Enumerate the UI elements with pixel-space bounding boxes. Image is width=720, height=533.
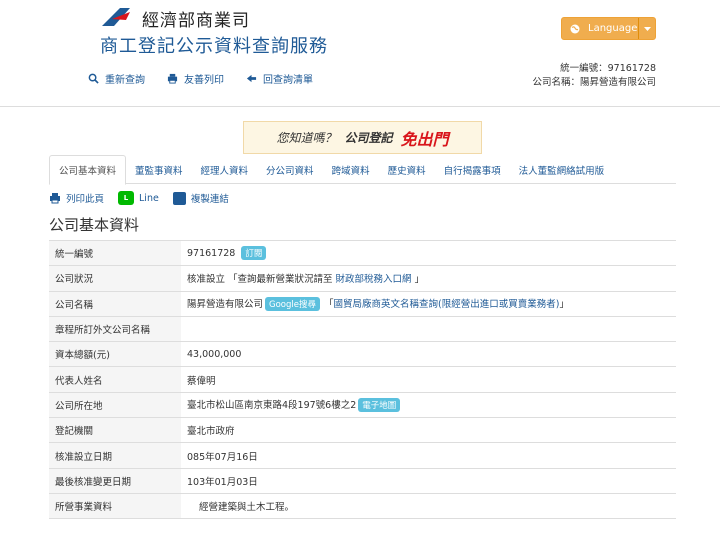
globe-icon [570,24,580,33]
friendly-print-button[interactable]: 友善列印 [167,71,224,86]
tab-branches[interactable]: 分公司資料 [257,155,323,184]
row-label: 所營事業資料 [49,492,181,520]
search-icon [88,73,99,84]
company-name-value: 陽昇營造有限公司 [187,299,264,311]
company-summary: 統一編號：97161728 公司名稱：陽昇營造有限公司 [532,62,656,90]
business-value: 經營建築與土木工程。 [181,492,676,520]
row-label: 公司名稱 [49,290,181,317]
tab-managers[interactable]: 經理人資料 [192,155,258,184]
banner-free: 免出門 [400,129,449,149]
status-value: 核准設立 「查詢最新營業狀況請至 [187,274,336,286]
tab-self-disclosure[interactable]: 自行揭露事項 [435,155,510,184]
header-toolbar: 重新查詢 友善列印 回查詢清單 [88,71,313,86]
last-change-date-value: 103年01月03日 [181,467,676,494]
row-label: 章程所訂外文公司名稱 [49,315,181,342]
row-label: 資本總額(元) [49,341,181,367]
caret-down-icon [643,26,651,31]
back-to-list-button[interactable]: 回查詢清單 [246,71,313,86]
summary-tax-id: 統一編號：97161728 [560,63,656,74]
table-row: 公司名稱 陽昇營造有限公司 Google搜尋 「國貿局廠商英文名稱查詢(限經營出進口… [49,290,676,317]
company-info-table: 統一編號 97161728 訂閱 公司狀況 核准設立 「查詢最新營業狀況請至 財政… [49,239,676,520]
arrow-left-icon [246,74,257,83]
action-row: 列印此頁 L Line 複製連結 [49,191,229,205]
row-label: 公司所在地 [49,391,181,418]
banner-question: 您知道嗎？ [276,131,337,145]
authority-value: 臺北市政府 [181,417,676,443]
back-to-list-label: 回查詢清單 [263,75,313,86]
table-row: 公司狀況 核准設立 「查詢最新營業狀況請至 財政部稅務入口網 」 [49,265,676,292]
address-value: 臺北市松山區南京東路4段197號6樓之2 [187,400,357,412]
ministry-logo-icon[interactable] [100,6,134,28]
approval-date-value: 085年07月16日 [181,442,676,469]
print-icon [50,193,60,204]
table-row: 公司所在地 臺北市松山區南京東路4段197號6樓之2 電子地圖 [49,391,676,418]
tab-cross-domain[interactable]: 跨域資料 [323,155,379,184]
capital-value: 43,000,000 [181,341,676,367]
row-label: 公司狀況 [49,265,181,292]
tax-id-value: 97161728 [187,248,236,260]
bracket-close: 」 [559,299,569,311]
foreign-name-value [181,315,676,342]
line-share-button[interactable]: L Line [118,191,159,205]
table-row: 統一編號 97161728 訂閱 [49,239,676,266]
row-label: 最後核准變更日期 [49,467,181,494]
tab-history[interactable]: 歷史資料 [379,155,435,184]
table-row: 最後核准變更日期 103年01月03日 [49,467,676,494]
banner-registration: 公司登記 [344,131,393,145]
tab-bar: 公司基本資料 董監事資料 經理人資料 分公司資料 跨域資料 歷史資料 自行揭露事… [49,155,676,185]
link-icon [172,191,186,205]
language-caret[interactable] [638,18,655,39]
bracket-open: 「 [324,299,334,311]
e-map-button[interactable]: 電子地圖 [358,398,401,413]
site-title[interactable]: 商工登記公示資料查詢服務 [100,32,328,58]
row-label: 代表人姓名 [49,366,181,393]
table-row: 所營事業資料 經營建築與土木工程。 [49,492,676,520]
tab-basic-info[interactable]: 公司基本資料 [49,155,127,185]
english-name-lookup-link[interactable]: 國貿局廠商英文名稱查詢(限經營出進口或買賣業務者) [334,299,560,310]
print-icon [167,73,178,84]
table-row: 資本總額(元) 43,000,000 [49,341,676,367]
language-dropdown-button[interactable]: Language [561,17,656,40]
section-title: 公司基本資料 [49,216,140,234]
language-label: Language [588,23,638,34]
requery-label: 重新查詢 [105,75,145,86]
site-header: 經濟部商業司 商工登記公示資料查詢服務 重新查詢 友善列印 回查詢清單 Lang… [0,0,720,107]
promo-banner[interactable]: 您知道嗎？ 公司登記 免出門 [243,121,482,154]
table-row: 登記機關 臺北市政府 [49,417,676,443]
representative-value: 蔡偉明 [181,366,676,393]
subscribe-button[interactable]: 訂閱 [241,246,267,261]
copy-link-button[interactable]: 複製連結 [172,191,229,205]
requery-button[interactable]: 重新查詢 [88,71,145,86]
row-label: 核准設立日期 [49,442,181,469]
google-search-button[interactable]: Google搜尋 [265,297,320,312]
copy-link-label: 複製連結 [190,194,229,205]
row-label: 登記機關 [49,417,181,443]
tax-portal-link[interactable]: 財政部稅務入口網 [336,274,412,285]
tab-directors[interactable]: 董監事資料 [126,155,192,184]
line-label: Line [139,192,159,204]
print-page-button[interactable]: 列印此頁 [49,191,104,205]
table-row: 核准設立日期 085年07月16日 [49,442,676,469]
table-row: 章程所訂外文公司名稱 [49,315,676,342]
summary-company-name: 公司名稱：陽昇營造有限公司 [532,77,656,88]
table-row: 代表人姓名 蔡偉明 [49,366,676,393]
status-suffix: 」 [411,274,425,286]
ministry-name[interactable]: 經濟部商業司 [142,6,250,31]
line-icon: L [118,191,135,205]
friendly-print-label: 友善列印 [184,75,224,86]
print-page-label: 列印此頁 [66,194,105,205]
row-label: 統一編號 [49,239,181,266]
tab-director-network[interactable]: 法人董監網絡試用版 [510,155,614,184]
